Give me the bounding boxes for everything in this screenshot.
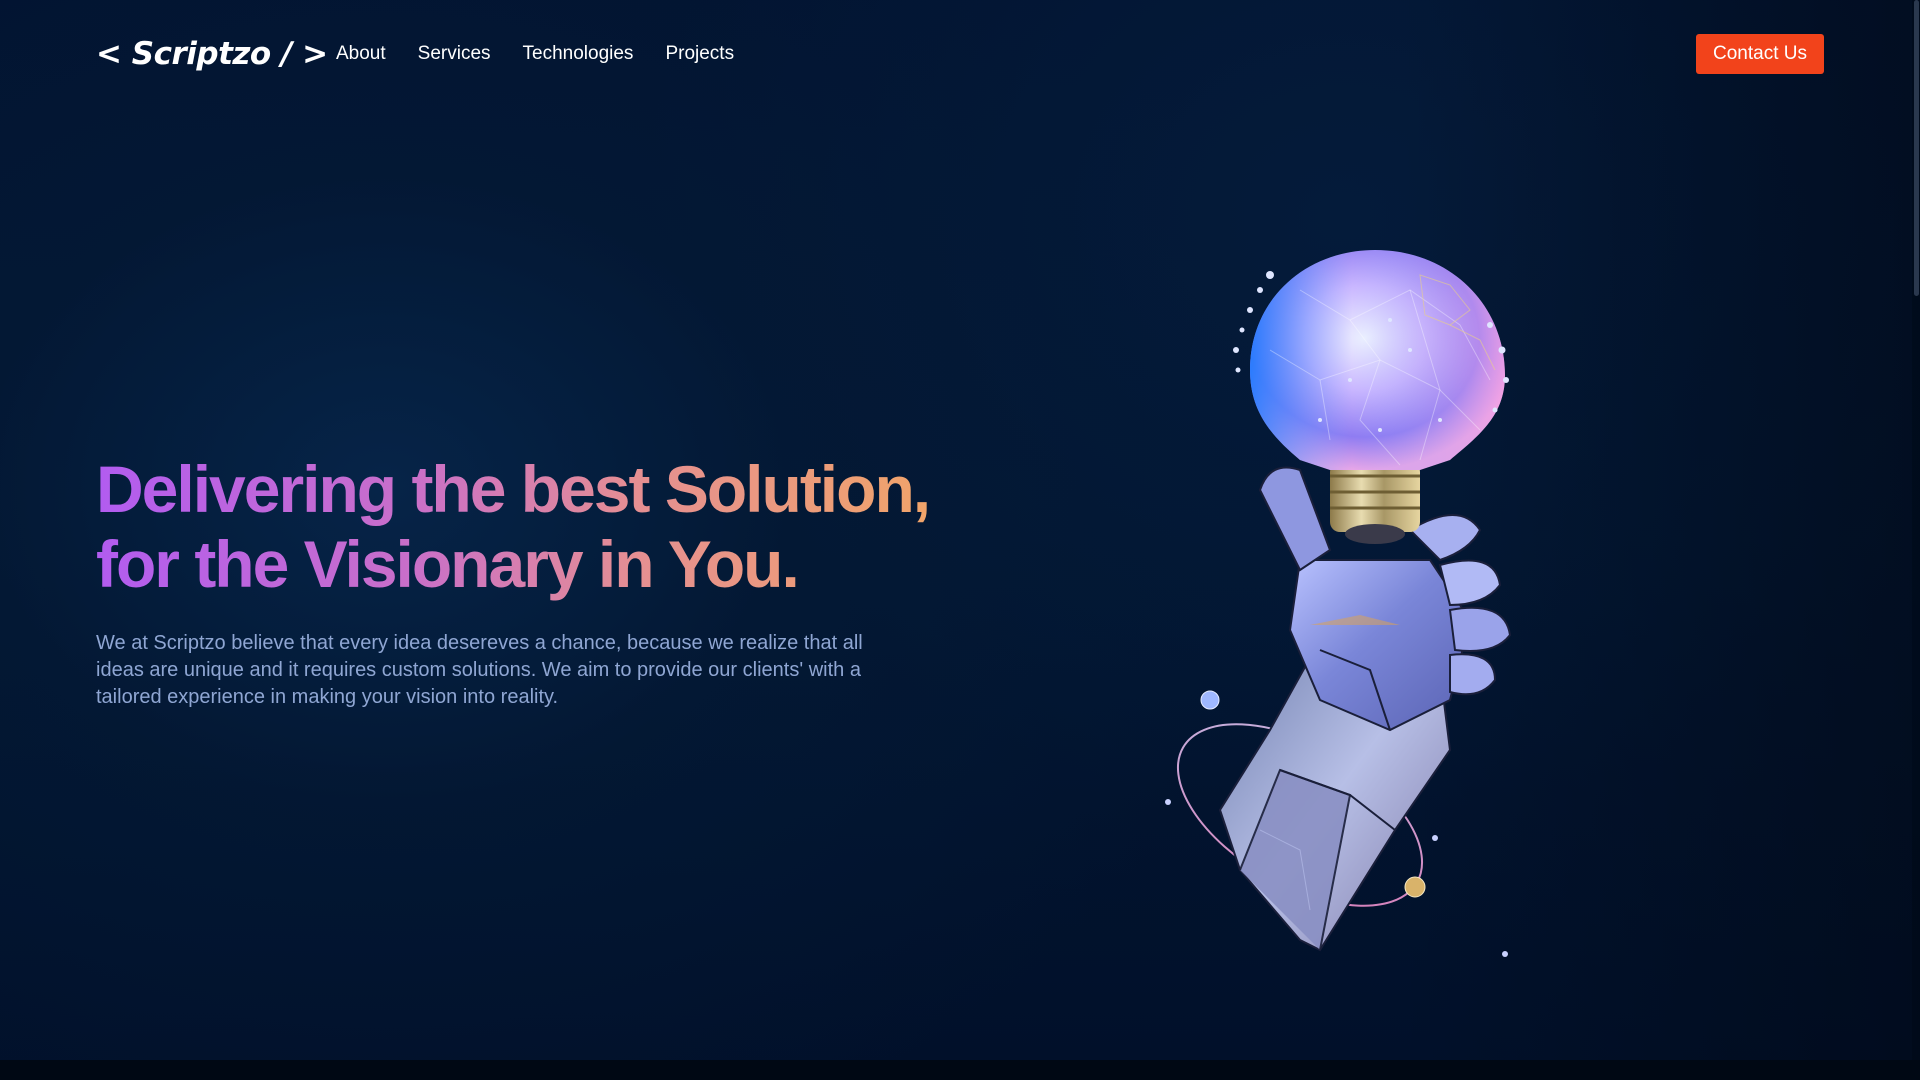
scrollbar-thumb[interactable] bbox=[1914, 0, 1919, 296]
nav-link-about[interactable]: About bbox=[336, 43, 386, 65]
hero-title-line-2: for the Visionary in You. bbox=[96, 527, 798, 601]
nav-link-technologies[interactable]: Technologies bbox=[523, 43, 634, 65]
hero-description: We at Scriptzo believe that every idea d… bbox=[96, 632, 863, 708]
top-navigation: < Scriptzo / > About Services Technologi… bbox=[96, 34, 1824, 74]
brand-logo[interactable]: < Scriptzo / > bbox=[96, 34, 328, 74]
page-scrollbar[interactable] bbox=[1912, 0, 1920, 1060]
nav-links: About Services Technologies Projects bbox=[336, 34, 734, 74]
nav-link-services[interactable]: Services bbox=[418, 43, 491, 65]
contact-us-button[interactable]: Contact Us bbox=[1696, 34, 1824, 74]
page: < Scriptzo / > About Services Technologi… bbox=[0, 0, 1920, 1080]
section-divider bbox=[0, 1060, 1920, 1080]
hero-title-line-1: Delivering the best Solution, bbox=[96, 452, 930, 526]
hero-illustration bbox=[1150, 230, 1630, 970]
robot-hand-lightbulb-icon bbox=[1165, 250, 1512, 957]
nav-link-projects[interactable]: Projects bbox=[665, 43, 734, 65]
hero-title: Delivering the best Solution, for the Vi… bbox=[96, 452, 929, 602]
